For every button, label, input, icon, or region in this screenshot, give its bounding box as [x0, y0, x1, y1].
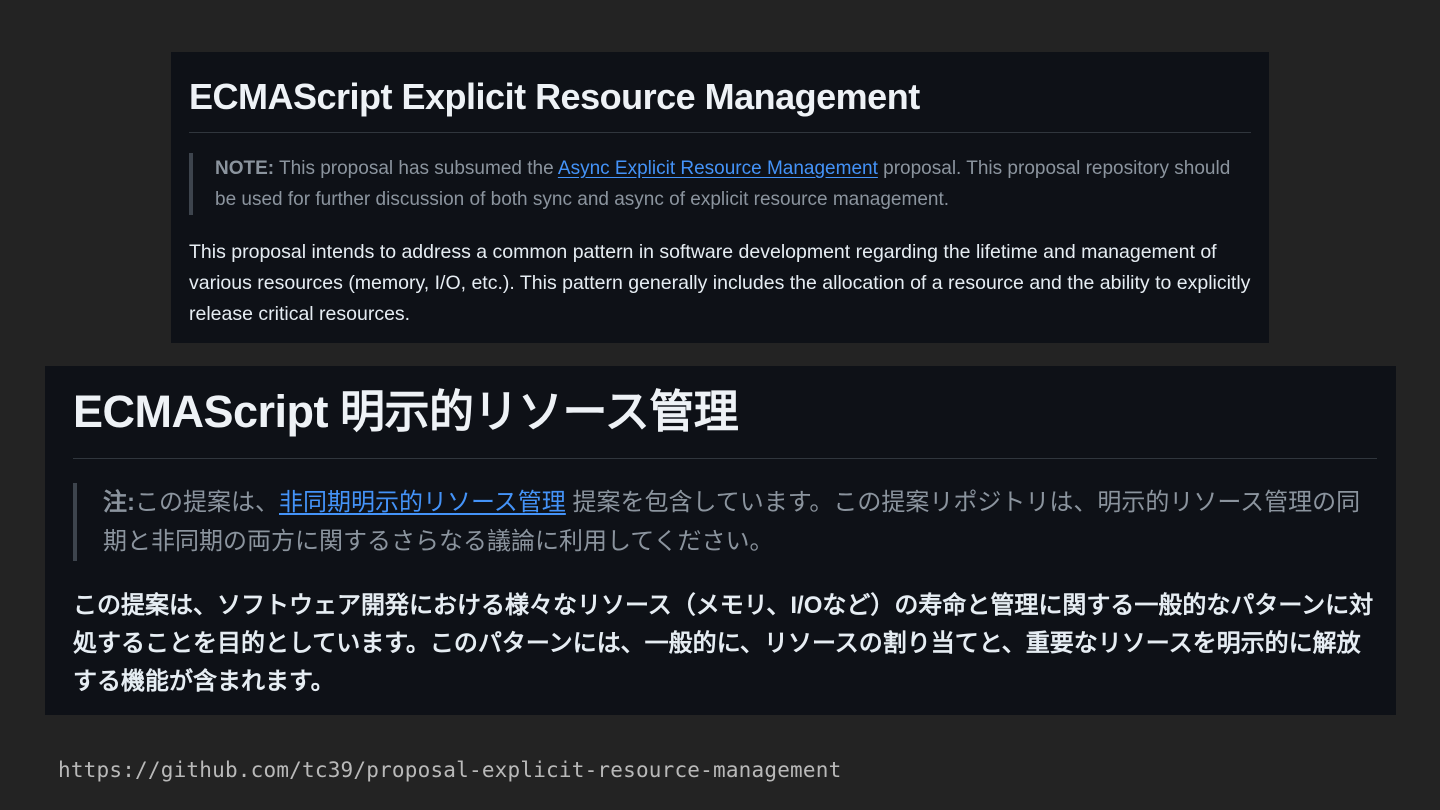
english-title: ECMAScript Explicit Resource Management [189, 76, 920, 117]
note-text-before: この提案は、 [135, 489, 279, 516]
async-proposal-link[interactable]: Async Explicit Resource Management [558, 158, 878, 179]
source-url: https://github.com/tc39/proposal-explici… [58, 758, 842, 782]
title-divider [189, 132, 1251, 133]
english-readme-panel: ECMAScript Explicit Resource Management … [171, 52, 1269, 343]
note-text-before: This proposal has subsumed the [274, 158, 558, 179]
japanese-body-paragraph: この提案は、ソフトウェア開発における様々なリソース（メモリ、I/Oなど）の寿命と… [73, 592, 1374, 695]
note-label: NOTE: [215, 158, 275, 179]
japanese-note-blockquote: 注:この提案は、非同期明示的リソース管理 提案を包含しています。この提案リポジト… [73, 483, 1377, 561]
note-label: 注: [103, 489, 135, 516]
english-note-blockquote: NOTE: This proposal has subsumed the Asy… [189, 153, 1251, 215]
japanese-title: ECMAScript 明示的リソース管理 [73, 386, 739, 437]
title-divider [73, 458, 1377, 459]
japanese-readme-panel: ECMAScript 明示的リソース管理 注:この提案は、非同期明示的リソース管… [45, 366, 1396, 715]
english-body-paragraph: This proposal intends to address a commo… [189, 241, 1251, 325]
async-proposal-link[interactable]: 非同期明示的リソース管理 [279, 489, 566, 516]
